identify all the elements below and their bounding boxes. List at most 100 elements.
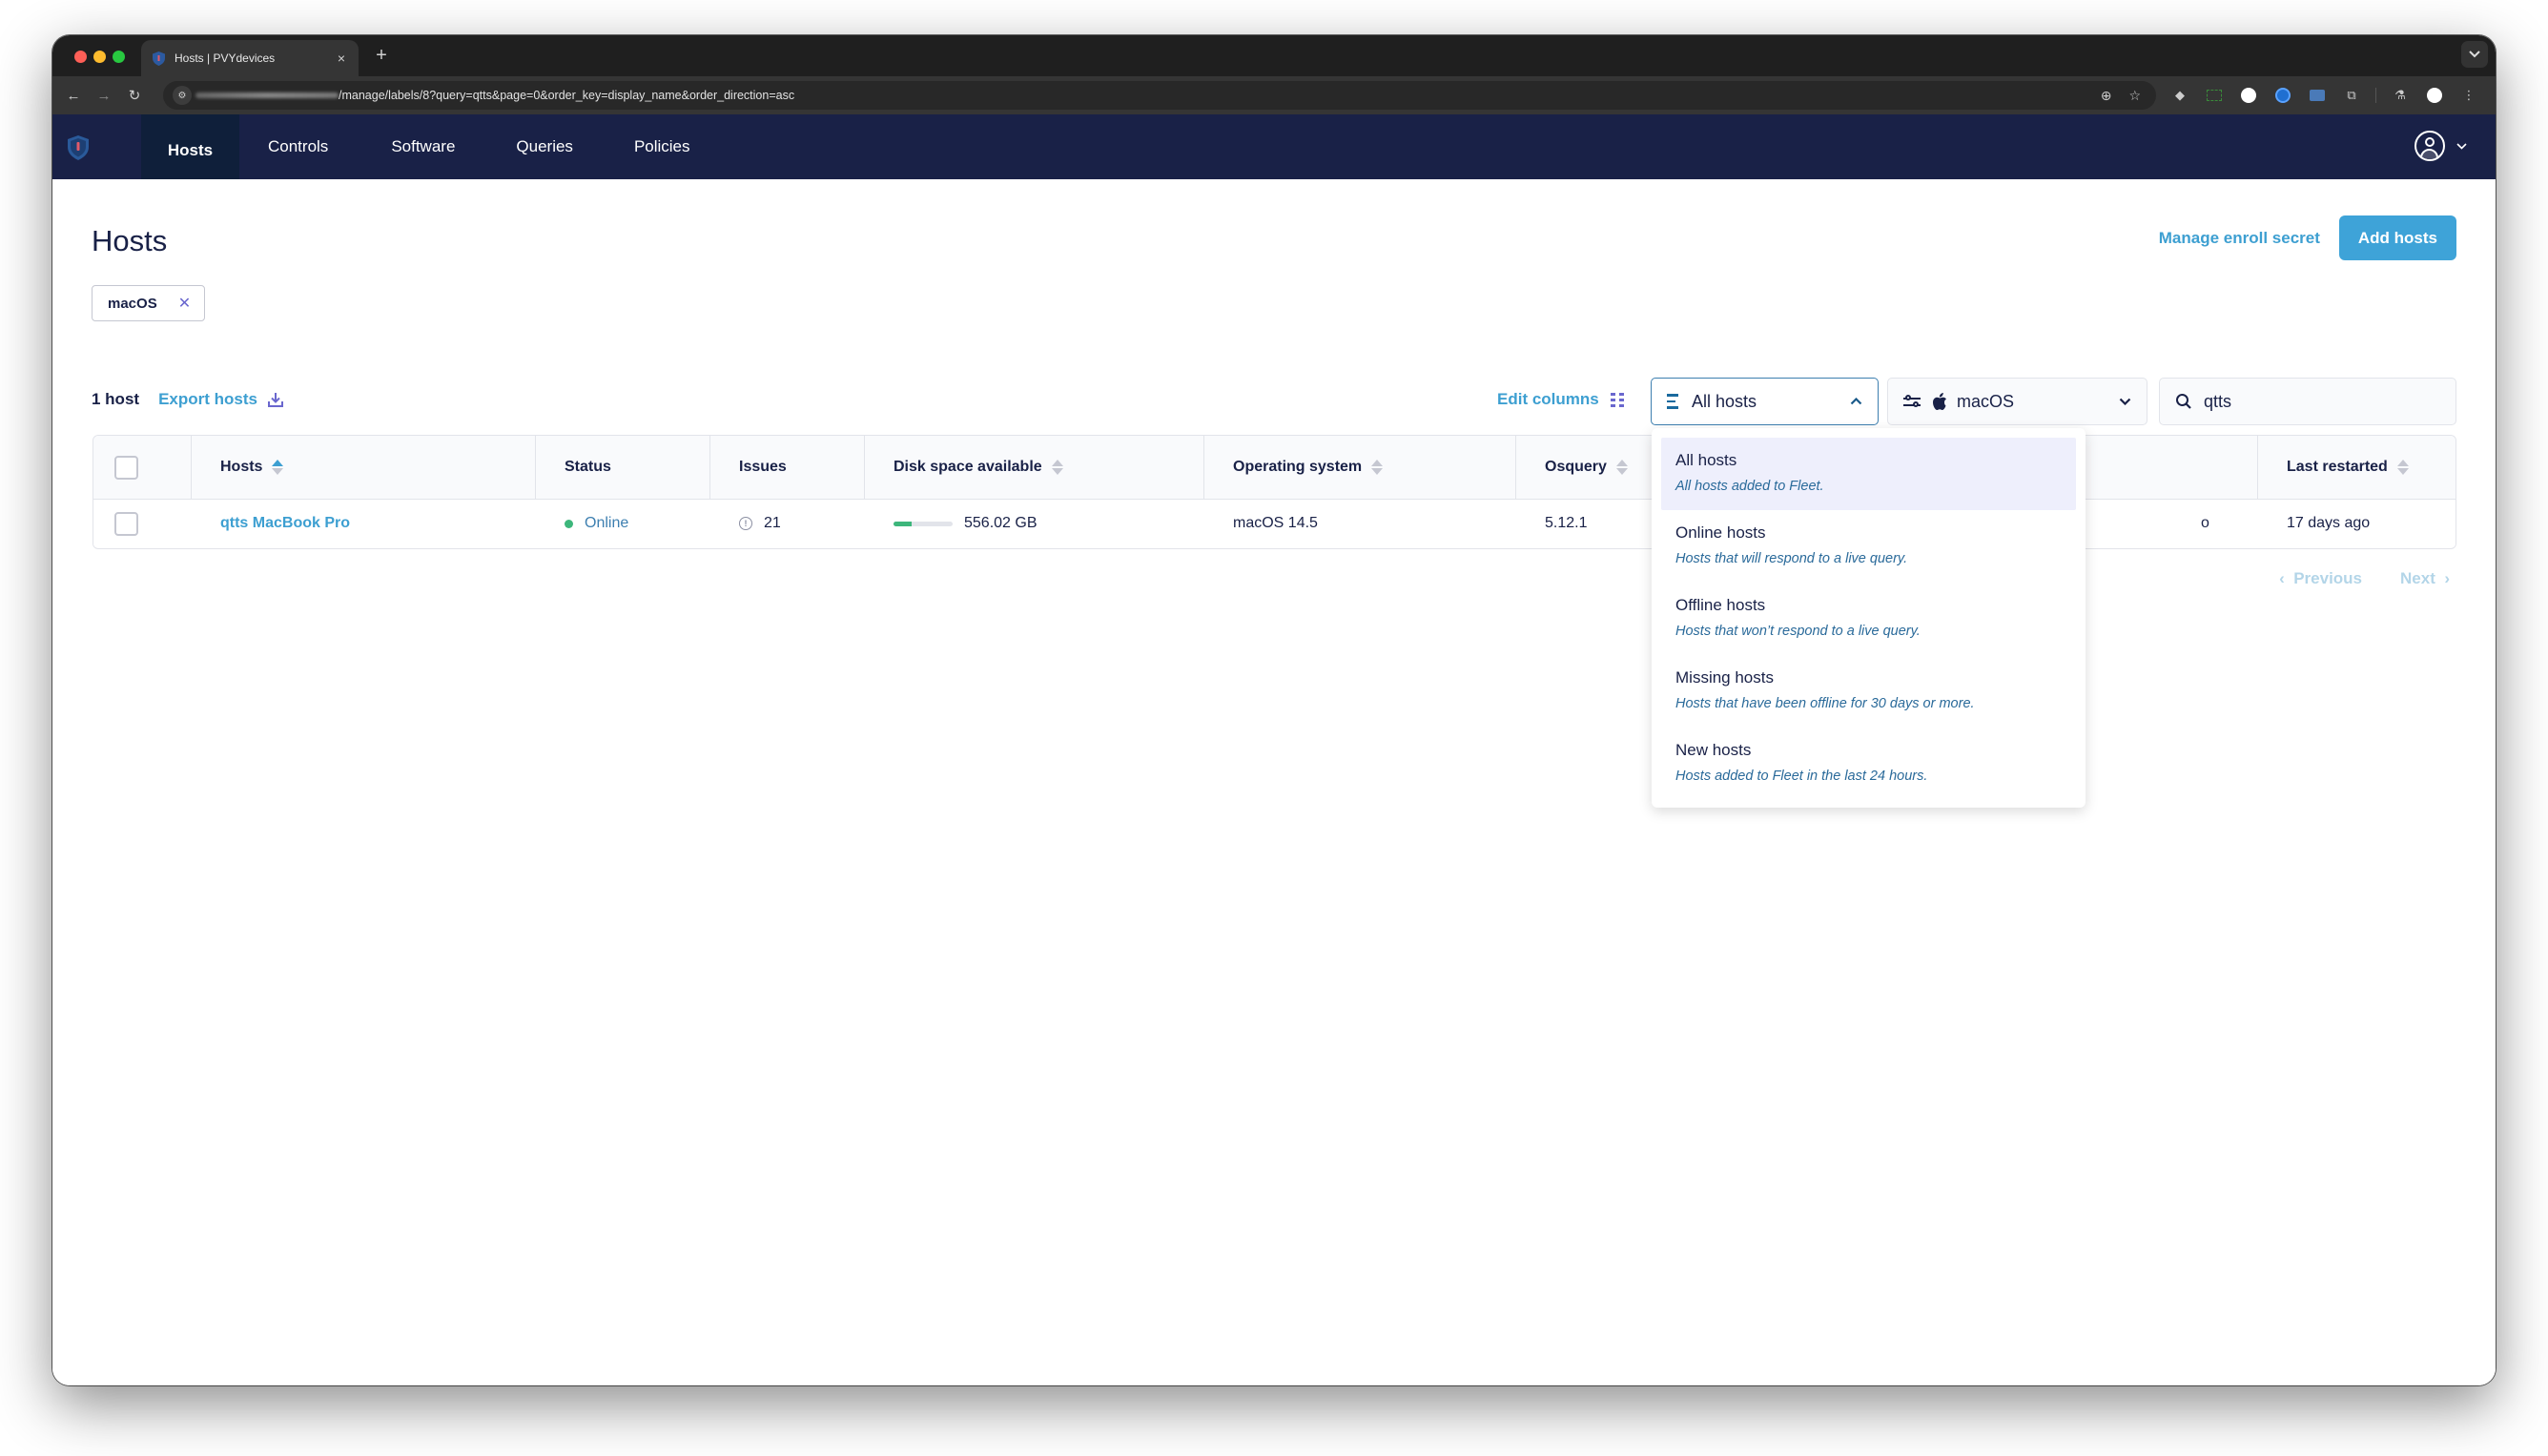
extensions-area: ◆ ⧉ ⚗ ⋮ [2169,84,2479,107]
column-header-operating-system[interactable]: Operating system [1204,436,1516,499]
platform-filter-dropdown[interactable]: macOS [1887,378,2147,425]
edit-columns-button[interactable]: Edit columns [1497,390,1624,409]
browser-window: Hosts | PVYdevices × + ← → ↻ ⚙ /manage/l… [52,35,2496,1385]
status-option-offline-hosts[interactable]: Offline hosts Hosts that won’t respond t… [1661,583,2076,655]
extension-blue-circle-icon[interactable] [2272,85,2293,106]
disk-space-cell: 556.02 GB [865,500,1204,547]
hidden-cell: o [2172,500,2258,547]
option-description: Hosts that have been offline for 30 days… [1675,696,1975,711]
nav-controls[interactable]: Controls [239,114,360,179]
last-restarted-value: 17 days ago [2287,515,2371,531]
reload-button[interactable]: ↻ [123,84,146,107]
remove-filter-icon[interactable]: ✕ [178,294,191,313]
issue-icon: ! [739,517,752,530]
toolbar-divider [2375,88,2376,103]
option-description: Hosts added to Fleet in the last 24 hour… [1675,769,1928,784]
status-option-new-hosts[interactable]: New hosts Hosts added to Fleet in the la… [1661,728,2076,800]
tab-close-icon[interactable]: × [330,51,353,66]
issues-count: 21 [764,515,781,531]
table-row[interactable]: qtts MacBook Pro Online ! 21 556.02 GB m… [93,500,2456,547]
search-value: qtts [2204,391,2232,411]
browser-tab-strip: Hosts | PVYdevices × + [52,35,2496,76]
status-option-online-hosts[interactable]: Online hosts Hosts that will respond to … [1661,510,2076,583]
option-label: Offline hosts [1675,596,1766,614]
column-header-disk-space[interactable]: Disk space available [865,436,1204,499]
extensions-puzzle-icon[interactable]: ⧉ [2341,85,2362,106]
extension-camera-icon[interactable] [2307,85,2328,106]
chevron-up-icon [1850,398,1862,405]
add-hosts-button[interactable]: Add hosts [2338,215,2456,260]
column-issues-label: Issues [739,459,787,475]
column-header-last-restarted[interactable]: Last restarted [2258,436,2456,499]
browser-tab[interactable]: Hosts | PVYdevices × [141,40,359,76]
redacted-host [195,92,339,98]
chevron-down-icon [2456,142,2467,150]
extension-screen-icon[interactable] [2204,85,2225,106]
new-tab-button[interactable]: + [370,45,393,67]
tab-title: Hosts | PVYdevices [175,51,276,65]
main-content: Hosts Manage enroll secret Add hosts mac… [52,179,2496,1385]
option-label: Missing hosts [1675,668,1774,687]
host-search-input[interactable]: qtts [2159,378,2456,425]
labs-flask-icon[interactable]: ⚗ [2390,85,2411,106]
previous-page-button[interactable]: ‹ Previous [2279,569,2362,588]
osquery-value: 5.12.1 [1545,515,1588,531]
address-bar[interactable]: ⚙ /manage/labels/8?query=qtts&page=0&ord… [163,81,2156,110]
nav-queries[interactable]: Queries [487,114,606,179]
row-checkbox[interactable] [114,511,138,536]
option-description: Hosts that won’t respond to a live query… [1675,624,1921,639]
issues-cell[interactable]: ! 21 [710,500,865,547]
nav-policies[interactable]: Policies [606,114,723,179]
option-description: Hosts that will respond to a live query. [1675,551,1908,566]
status-option-all-hosts[interactable]: All hosts All hosts added to Fleet. [1661,438,2076,510]
user-avatar-icon [2414,131,2445,161]
host-name-link[interactable]: qtts MacBook Pro [220,515,350,532]
extension-diamond-icon[interactable]: ◆ [2169,85,2190,106]
status-filter-dropdown[interactable]: All hosts [1651,378,1879,425]
zoom-icon[interactable]: ⊕ [2101,88,2112,104]
online-status-dot [565,519,573,528]
download-icon [267,393,283,407]
status-cell: Online [536,500,710,547]
columns-grid-icon [1610,392,1624,407]
disk-space-bar [894,521,953,526]
manage-enroll-secret-button[interactable]: Manage enroll secret [2159,229,2320,248]
nav-software[interactable]: Software [360,114,487,179]
previous-label: Previous [2293,569,2363,587]
status-text: Online [585,515,629,531]
forward-button[interactable]: → [92,84,115,107]
label-filter-chip-text: macOS [108,295,157,312]
column-header-hosts[interactable]: Hosts [192,436,536,499]
sliders-icon [1903,395,1921,408]
option-label: Online hosts [1675,523,1766,542]
disk-space-value: 556.02 GB [964,515,1038,531]
edit-columns-label: Edit columns [1497,390,1599,408]
user-menu[interactable] [2414,131,2467,161]
back-button[interactable]: ← [62,84,85,107]
profile-icon[interactable] [2424,85,2445,106]
pagination: ‹ Previous Next › [2279,569,2450,588]
column-disk-label: Disk space available [894,459,1042,475]
extension-g-icon[interactable] [2238,85,2259,106]
next-label: Next [2400,569,2435,587]
hosts-table: Hosts Status Issues Disk space available… [92,435,2456,549]
tab-search-button[interactable] [2461,41,2488,68]
chevron-right-icon: › [2444,569,2450,587]
status-option-missing-hosts[interactable]: Missing hosts Hosts that have been offli… [1661,655,2076,728]
select-all-checkbox[interactable] [114,455,138,480]
maximize-window-button[interactable] [113,51,125,63]
fleet-logo-icon[interactable] [68,135,89,160]
export-hosts-button[interactable]: Export hosts [158,390,284,409]
hidden-cell-partial: o [2201,515,2209,531]
column-osquery-label: Osquery [1545,459,1607,475]
next-page-button[interactable]: Next › [2400,569,2450,588]
bookmark-star-icon[interactable]: ☆ [2128,88,2141,104]
nav-hosts[interactable]: Hosts [141,114,239,187]
page-title: Hosts [92,224,168,257]
site-info-icon[interactable]: ⚙ [173,86,192,105]
close-window-button[interactable] [74,51,87,63]
minimize-window-button[interactable] [93,51,106,63]
nav-controls-label: Controls [268,137,329,155]
browser-menu-icon[interactable]: ⋮ [2458,85,2479,106]
column-header-status: Status [536,436,710,499]
